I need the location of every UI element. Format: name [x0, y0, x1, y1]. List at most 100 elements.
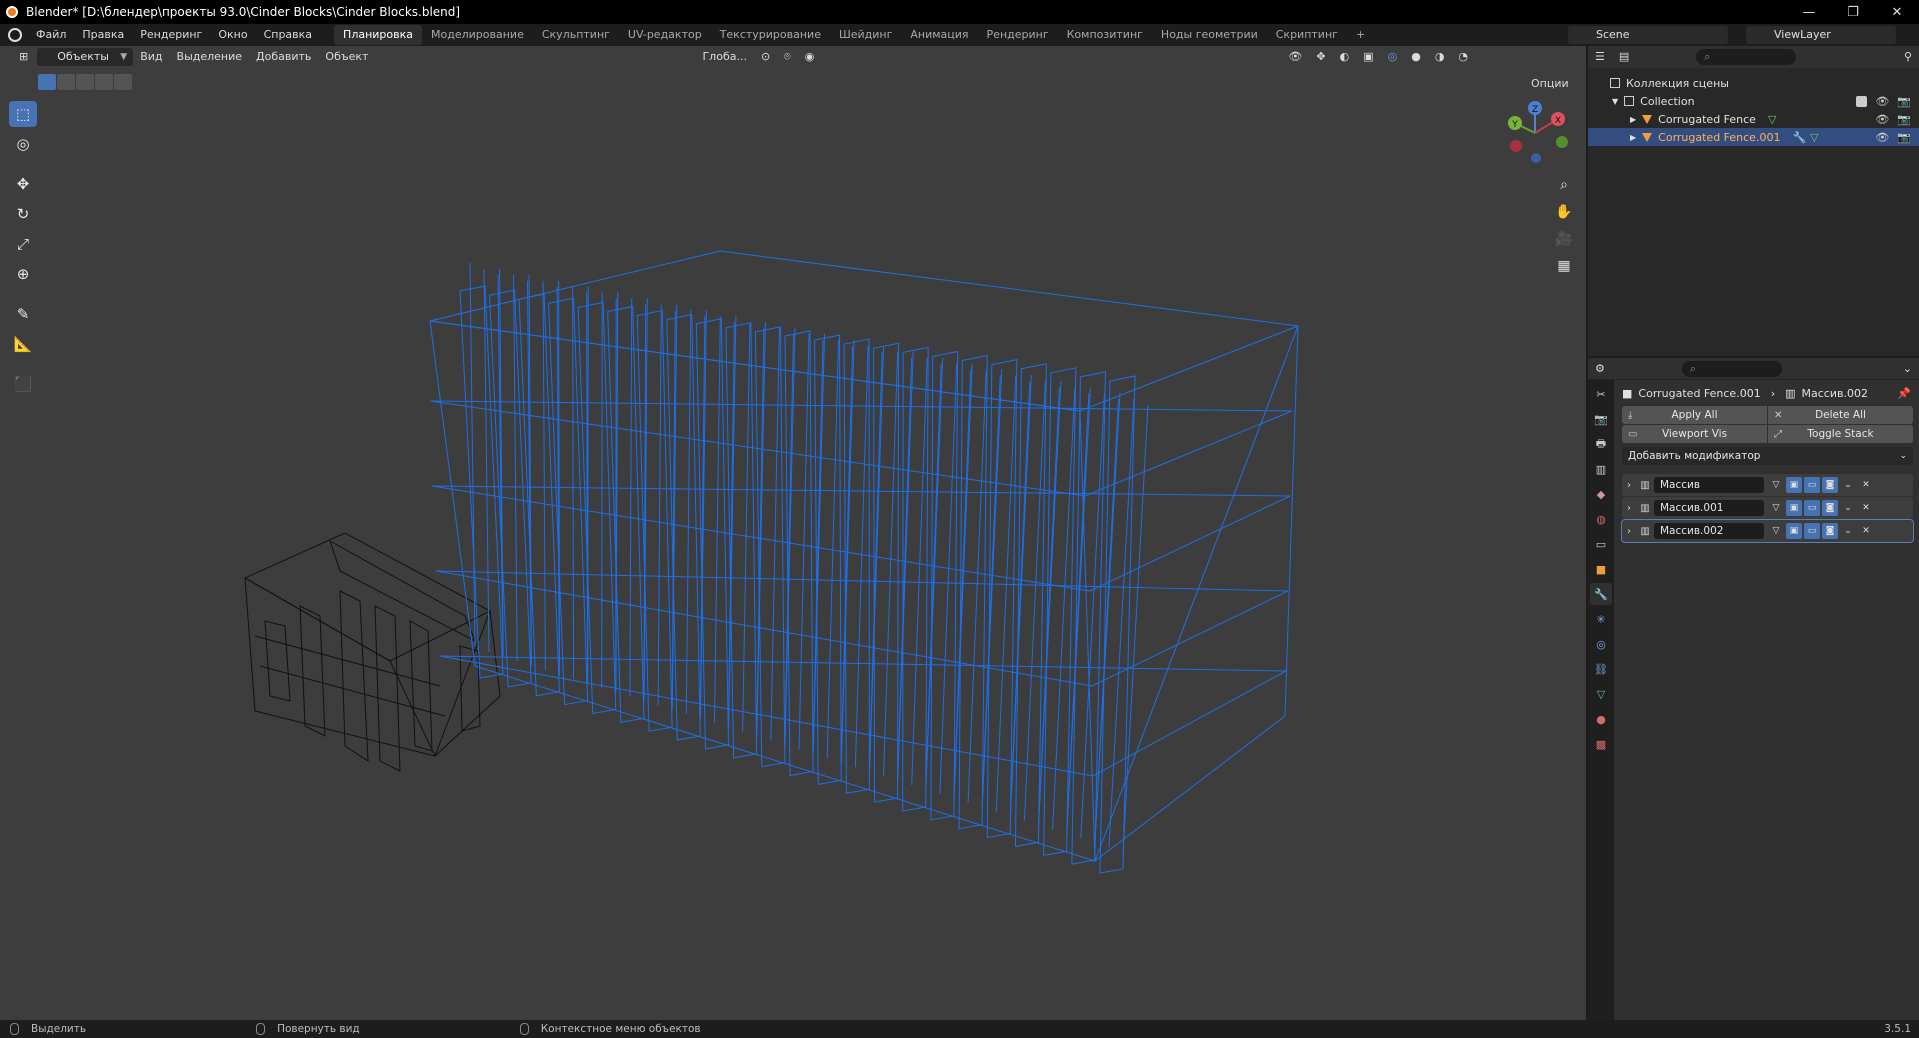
modifier-tab-icon[interactable]: 🔧 [1590, 583, 1612, 605]
render-camera-icon[interactable]: 📷 [1897, 113, 1911, 126]
modifier-name-field[interactable]: Массив [1654, 477, 1764, 493]
modifier-name-field[interactable]: Массив.001 [1654, 500, 1764, 516]
remove-modifier-icon[interactable]: ✕ [1858, 500, 1874, 516]
output-tab-icon[interactable]: 🖶 [1590, 433, 1612, 455]
on-cage-icon[interactable]: ▽ [1768, 477, 1784, 493]
corrugated-fence-object[interactable] [243, 532, 501, 772]
modifier-panel[interactable]: › ▥ Массив.002 ▽ ▣ ▭ ◙ ⌄ ✕ [1621, 519, 1914, 543]
modifier-panel[interactable]: › ▥ Массив.001 ▽ ▣ ▭ ◙ ⌄ ✕ [1622, 497, 1913, 519]
corrugated-fence-001-object[interactable] [429, 250, 1299, 874]
modifier-name-field[interactable]: Массив.002 [1654, 523, 1764, 539]
menu-render[interactable]: Рендеринг [132, 24, 210, 46]
render-toggle-icon[interactable]: ◙ [1822, 477, 1838, 493]
tab-uv-editing[interactable]: UV-редактор [619, 25, 711, 45]
modifier-menu-chevron-icon[interactable]: ⌄ [1840, 500, 1856, 516]
outliner-item-corrugated-fence[interactable]: ▶ Corrugated Fence ▽ 👁 📷 [1588, 110, 1919, 128]
outliner-search-input[interactable]: ⌕ [1696, 49, 1797, 65]
tab-scripting[interactable]: Скриптинг [1267, 25, 1347, 45]
viewport-toggle-icon[interactable]: ▭ [1804, 500, 1820, 516]
apply-all-button[interactable]: ⤓ Apply All [1622, 406, 1767, 424]
menu-file[interactable]: Файл [28, 24, 74, 46]
physics-tab-icon[interactable]: ◎ [1590, 633, 1612, 655]
add-modifier-dropdown[interactable]: Добавить модификатор ⌄ [1622, 447, 1913, 465]
filter-icon[interactable]: ⚲ [1897, 46, 1919, 68]
blender-menu-icon[interactable] [8, 28, 22, 42]
3d-viewport[interactable]: ⊞ Объекты ▼ Вид Выделение Добавить Объект… [0, 46, 1586, 1020]
render-tab-icon[interactable]: 📷 [1590, 408, 1612, 430]
breadcrumb: ■ Corrugated Fence.001 › ▥ Массив.002 📌 [1614, 380, 1919, 406]
pin-icon[interactable]: 📌 [1897, 387, 1911, 400]
data-tab-icon[interactable]: ▽ [1590, 683, 1612, 705]
view-layer-tab-icon[interactable]: ▥ [1590, 458, 1612, 480]
remove-modifier-icon[interactable]: ✕ [1858, 477, 1874, 493]
scene-tab-icon[interactable]: ◆ [1590, 483, 1612, 505]
expand-chevron-icon[interactable]: ▶ [1630, 133, 1636, 142]
menu-help[interactable]: Справка [256, 24, 320, 46]
view-layer-selector[interactable]: ViewLayer [1746, 26, 1896, 44]
visibility-eye-icon[interactable]: 👁 [1875, 113, 1889, 126]
outliner-editor-icon[interactable]: ☰ [1588, 46, 1612, 68]
object-tab-icon[interactable]: ■ [1590, 558, 1612, 580]
texture-tab-icon[interactable]: ▩ [1590, 733, 1612, 755]
expand-chevron-icon[interactable]: › [1622, 503, 1636, 514]
tab-sculpting[interactable]: Скульптинг [533, 25, 619, 45]
viewport-toggle-icon[interactable]: ▭ [1804, 477, 1820, 493]
render-toggle-icon[interactable]: ◙ [1822, 523, 1838, 539]
edit-mode-toggle-icon[interactable]: ▣ [1786, 523, 1802, 539]
viewport-vis-button[interactable]: ▭ Viewport Vis [1622, 425, 1767, 443]
modifier-panel[interactable]: › ▥ Массив ▽ ▣ ▭ ◙ ⌄ ✕ [1622, 474, 1913, 496]
edit-mode-toggle-icon[interactable]: ▣ [1786, 500, 1802, 516]
restore-button[interactable]: ❐ [1831, 0, 1875, 24]
render-toggle-icon[interactable]: ◙ [1822, 500, 1838, 516]
close-button[interactable]: ✕ [1875, 0, 1919, 24]
render-camera-icon[interactable]: 📷 [1897, 95, 1911, 108]
modifier-menu-chevron-icon[interactable]: ⌄ [1840, 477, 1856, 493]
minimize-button[interactable]: — [1787, 0, 1831, 24]
modifier-stack: › ▥ Массив ▽ ▣ ▭ ◙ ⌄ ✕ › ▥ Массив.001 ▽ [1621, 474, 1914, 543]
wire-edge [798, 333, 810, 750]
constraints-tab-icon[interactable]: ⛓ [1590, 658, 1612, 680]
object-label: Corrugated Fence [1658, 112, 1756, 126]
world-tab-icon[interactable]: ◍ [1590, 508, 1612, 530]
options-chevron-icon[interactable]: ⌄ [1896, 358, 1919, 380]
outliner-scene-collection[interactable]: Коллекция сцены [1588, 74, 1919, 92]
tab-modeling[interactable]: Моделирование [422, 25, 533, 45]
tab-layout[interactable]: Планировка [334, 25, 423, 45]
on-cage-icon[interactable]: ▽ [1768, 523, 1784, 539]
edit-mode-toggle-icon[interactable]: ▣ [1786, 477, 1802, 493]
on-cage-icon[interactable]: ▽ [1768, 500, 1784, 516]
dropdown-chevron-icon: ⌄ [1899, 451, 1907, 461]
exclude-checkbox[interactable] [1856, 95, 1868, 107]
expand-chevron-icon[interactable]: › [1622, 526, 1636, 537]
tab-animation[interactable]: Анимация [901, 25, 977, 45]
material-tab-icon[interactable]: ● [1590, 708, 1612, 730]
tab-rendering[interactable]: Рендеринг [978, 25, 1058, 45]
expand-chevron-icon[interactable]: ▶ [1630, 115, 1636, 124]
tab-shading[interactable]: Шейдинг [830, 25, 901, 45]
visibility-eye-icon[interactable]: 👁 [1875, 95, 1889, 108]
display-mode-icon[interactable]: ▤ [1612, 46, 1636, 68]
menu-window[interactable]: Окно [210, 24, 255, 46]
tab-geometry-nodes[interactable]: Ноды геометрии [1152, 25, 1267, 45]
tab-compositing[interactable]: Композитинг [1058, 25, 1152, 45]
viewport-toggle-icon[interactable]: ▭ [1804, 523, 1820, 539]
modifier-menu-chevron-icon[interactable]: ⌄ [1840, 523, 1856, 539]
visibility-eye-icon[interactable]: 👁 [1875, 131, 1889, 144]
properties-search-input[interactable]: ⌕ [1681, 360, 1782, 377]
properties-editor-icon[interactable]: ⚙ [1588, 358, 1612, 380]
scene-selector[interactable]: Scene [1568, 26, 1728, 44]
tab-texture-paint[interactable]: Текстурирование [711, 25, 830, 45]
remove-modifier-icon[interactable]: ✕ [1858, 523, 1874, 539]
collection-tab-icon[interactable]: ▭ [1590, 533, 1612, 555]
add-workspace-button[interactable]: + [1347, 25, 1374, 45]
tool-tab-icon[interactable]: ✂ [1590, 383, 1612, 405]
particles-tab-icon[interactable]: ✳ [1590, 608, 1612, 630]
expand-chevron-icon[interactable]: › [1622, 480, 1636, 491]
collapse-chevron-icon[interactable]: ▼ [1612, 97, 1618, 106]
delete-all-button[interactable]: ✕ Delete All [1768, 406, 1913, 424]
toggle-stack-button[interactable]: ⤢ Toggle Stack [1768, 425, 1913, 443]
render-camera-icon[interactable]: 📷 [1897, 131, 1911, 144]
outliner-collection[interactable]: ▼ Collection 👁 📷 [1588, 92, 1919, 110]
outliner-item-corrugated-fence-001[interactable]: ▶ Corrugated Fence.001 🔧 ▽ 👁 📷 [1588, 128, 1919, 146]
menu-edit[interactable]: Правка [74, 24, 132, 46]
